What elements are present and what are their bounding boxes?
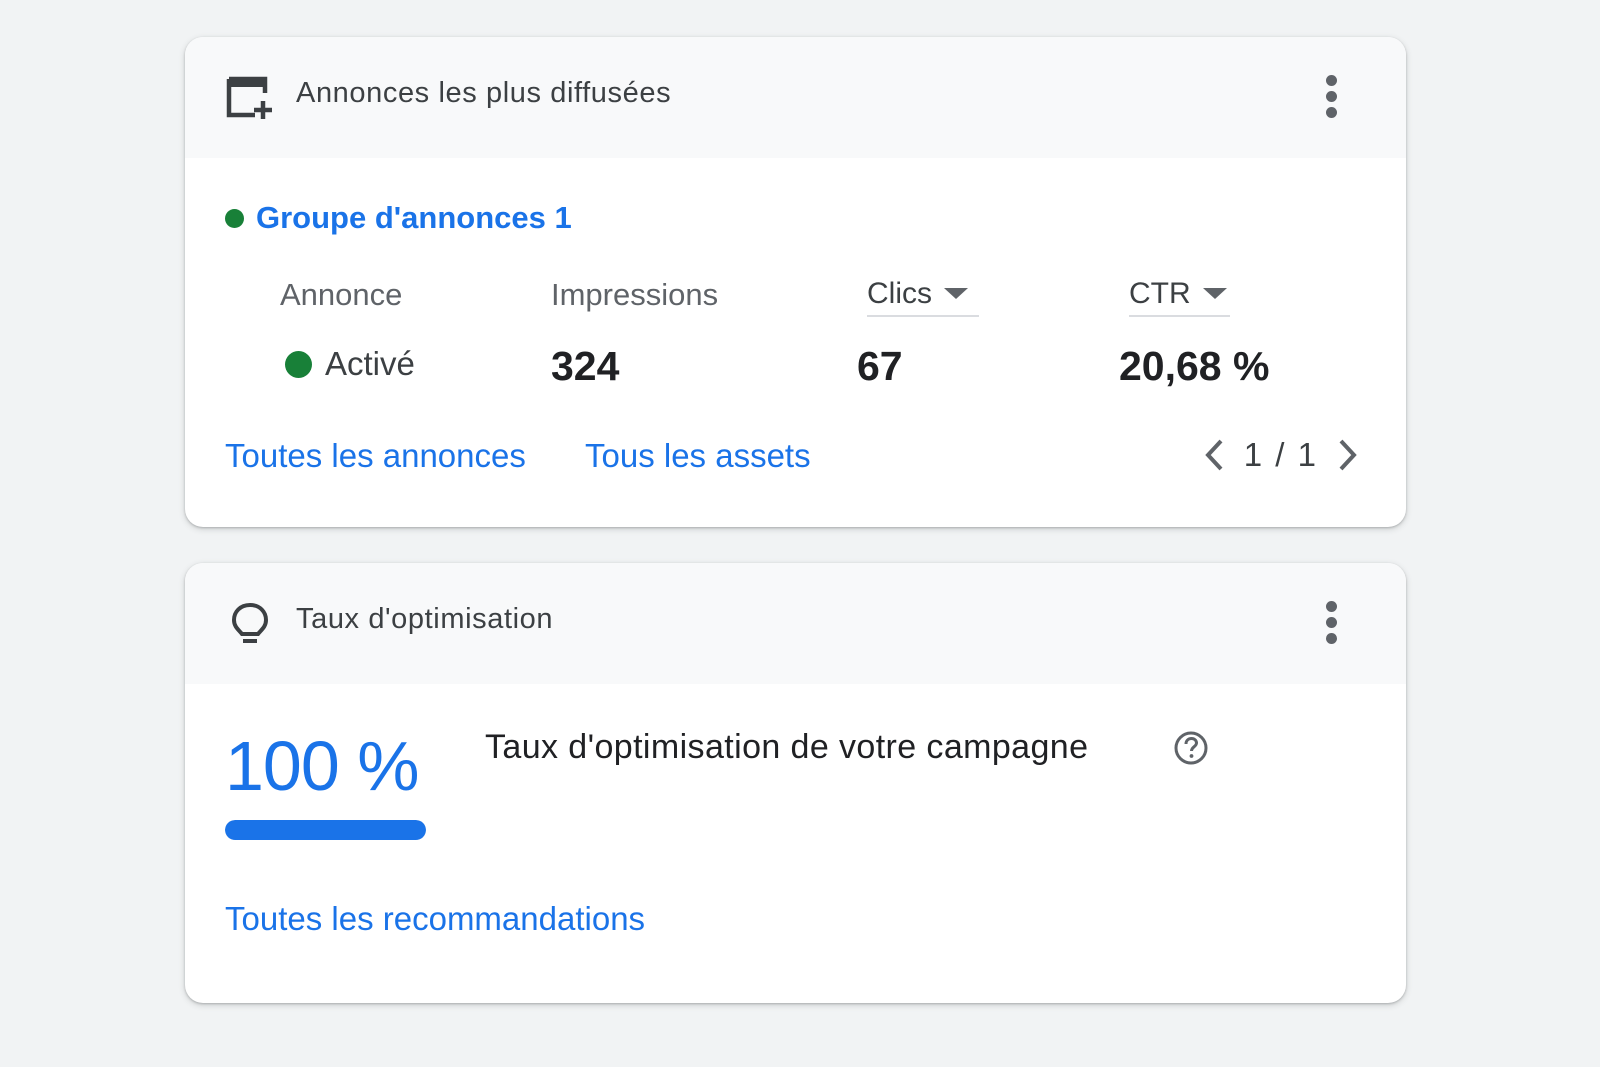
chevron-left-icon[interactable] (1200, 435, 1230, 475)
pagination: 1 / 1 (1200, 435, 1362, 475)
column-header-clicks-label: Clics (867, 277, 932, 310)
lightbulb-icon (231, 602, 269, 643)
top-ads-card-header: Annonces les plus diffusées (185, 37, 1406, 158)
clicks-value: 67 (857, 343, 903, 389)
ad-status: Activé (285, 345, 415, 383)
more-vert-icon[interactable] (1324, 75, 1338, 121)
optimization-score: 100 % (225, 727, 419, 805)
chevron-right-icon[interactable] (1332, 435, 1362, 475)
ad-group-row: Groupe d'annonces 1 (225, 200, 572, 236)
optimization-progress-fill (225, 820, 426, 840)
top-ads-card: Annonces les plus diffusées Groupe d'ann… (185, 37, 1406, 527)
optimization-progress-bar (225, 820, 426, 840)
all-recommendations-link[interactable]: Toutes les recommandations (225, 900, 645, 938)
ad-status-label: Activé (325, 345, 415, 382)
column-header-impressions: Impressions (551, 277, 719, 312)
ctr-value: 20,68 % (1119, 343, 1270, 389)
status-dot (225, 208, 244, 228)
all-assets-link[interactable]: Tous les assets (585, 437, 811, 475)
column-header-ctr[interactable]: CTR (1129, 277, 1230, 317)
status-dot (285, 350, 312, 378)
optimization-card-header: Taux d'optimisation (185, 563, 1406, 684)
ad-window-add-icon (226, 76, 272, 119)
sort-dropdown-icon (1202, 287, 1227, 299)
ad-group-link[interactable]: Groupe d'annonces 1 (256, 200, 572, 236)
card-title: Taux d'optimisation (296, 603, 554, 635)
sort-dropdown-icon (944, 287, 968, 299)
impressions-value: 324 (551, 343, 620, 389)
optimization-description: Taux d'optimisation de votre campagne (485, 728, 1089, 766)
page-indicator: 1 / 1 (1243, 436, 1318, 473)
help-circle-icon[interactable] (1173, 730, 1209, 766)
card-title: Annonces les plus diffusées (296, 77, 672, 109)
all-ads-link[interactable]: Toutes les annonces (225, 437, 526, 475)
more-vert-icon[interactable] (1324, 601, 1338, 647)
column-header-ctr-label: CTR (1129, 277, 1191, 310)
column-header-ad: Annonce (280, 277, 403, 312)
column-header-clicks[interactable]: Clics (867, 277, 979, 317)
optimization-card: Taux d'optimisation 100 % Taux d'optimis… (185, 563, 1406, 1003)
